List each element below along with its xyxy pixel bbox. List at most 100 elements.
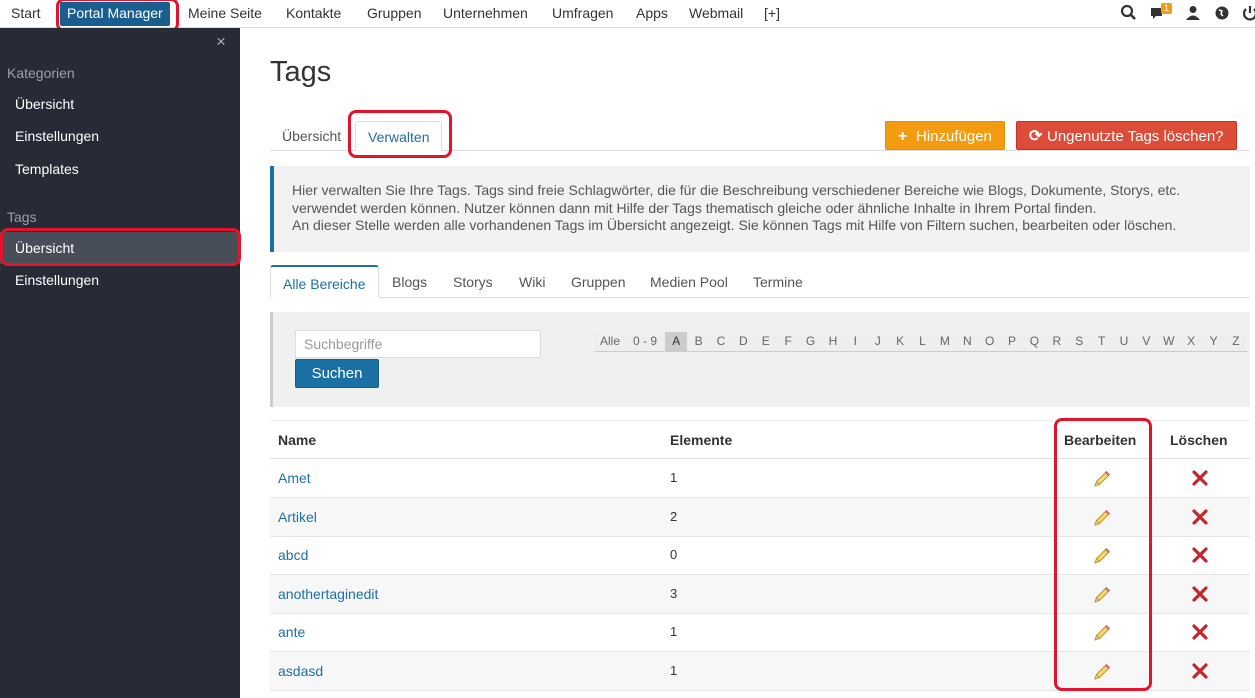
- info-line-1: Hier verwalten Sie Ihre Tags. Tags sind …: [292, 182, 1181, 198]
- pencil-icon[interactable]: [1092, 585, 1112, 605]
- globe-icon[interactable]: [1213, 4, 1231, 22]
- alphabet-filter: Alle 0 - 9ABCDEFGHIJKLMNOPQRSTUVWXYZ: [595, 332, 1248, 352]
- sidebar: × Kategorien Übersicht Einstellungen Tem…: [0, 28, 240, 698]
- letter-filter-d[interactable]: D: [732, 332, 755, 351]
- delete-icon[interactable]: [1191, 662, 1209, 680]
- tab-uebersicht[interactable]: Übersicht: [282, 121, 341, 151]
- letter-filter-g[interactable]: G: [799, 332, 822, 351]
- letter-filter-k[interactable]: K: [888, 332, 912, 351]
- delete-icon[interactable]: [1191, 546, 1209, 564]
- pencil-icon[interactable]: [1092, 469, 1112, 489]
- nav-meine-seite[interactable]: Meine Seite: [188, 0, 262, 28]
- delete-unused-tags-label: Ungenutzte Tags löschen?: [1047, 128, 1224, 145]
- add-button[interactable]: + Hinzufügen: [885, 121, 1005, 150]
- area-tabs: Alle Bereiche Blogs Storys Wiki Gruppen …: [270, 265, 1250, 298]
- tab-gruppen[interactable]: Gruppen: [571, 265, 625, 298]
- letter-filter-j[interactable]: J: [866, 332, 889, 351]
- tag-element-count: 3: [670, 585, 678, 601]
- nav-add[interactable]: [+]: [764, 0, 780, 28]
- letter-filter-q[interactable]: Q: [1023, 332, 1046, 351]
- tag-name-link[interactable]: ante: [278, 613, 305, 651]
- tag-name-link[interactable]: anothertaginedit: [278, 575, 378, 613]
- sidebar-item-templates[interactable]: Templates: [0, 153, 240, 185]
- user-icon[interactable]: [1184, 4, 1202, 22]
- table-row: anothertaginedit 3: [270, 574, 1250, 614]
- add-button-label: Hinzufügen: [916, 128, 992, 145]
- letter-filter-0-9[interactable]: 0 - 9: [625, 332, 665, 351]
- table-row: Artikel 2: [270, 497, 1250, 537]
- letter-filter-h[interactable]: H: [821, 332, 845, 351]
- tag-name-link[interactable]: abcd: [278, 536, 308, 574]
- letter-filter-a[interactable]: A: [665, 332, 688, 351]
- letter-filter-o[interactable]: O: [978, 332, 1001, 351]
- delete-icon[interactable]: [1191, 508, 1209, 526]
- tag-name-link[interactable]: asdasd: [278, 652, 323, 690]
- refresh-icon: ⟳: [1029, 128, 1043, 145]
- header-name[interactable]: Name: [278, 421, 316, 459]
- letter-filter-t[interactable]: T: [1090, 332, 1113, 351]
- nav-unternehmen[interactable]: Unternehmen: [443, 0, 528, 28]
- tag-element-count: 2: [670, 508, 678, 524]
- letter-filter-f[interactable]: F: [776, 332, 800, 351]
- nav-webmail[interactable]: Webmail: [689, 0, 743, 28]
- power-icon[interactable]: [1241, 4, 1255, 22]
- info-line-2: verwendet werden können. Nutzer können d…: [292, 199, 1097, 216]
- tab-wiki[interactable]: Wiki: [519, 265, 545, 298]
- pencil-icon[interactable]: [1092, 662, 1112, 682]
- page-title: Tags: [270, 56, 332, 88]
- nav-start[interactable]: Start: [11, 0, 41, 28]
- letter-filter-u[interactable]: U: [1112, 332, 1136, 351]
- letter-filter-e[interactable]: E: [754, 332, 777, 351]
- nav-gruppen[interactable]: Gruppen: [367, 0, 421, 28]
- search-icon[interactable]: [1120, 4, 1138, 22]
- letter-filter-i[interactable]: I: [844, 332, 867, 351]
- header-elemente[interactable]: Elemente: [670, 421, 732, 459]
- nav-apps[interactable]: Apps: [636, 0, 668, 28]
- sidebar-item-kategorien-uebersicht[interactable]: Übersicht: [0, 88, 240, 120]
- tag-element-count: 1: [670, 624, 678, 640]
- table-row: asdasd 1: [270, 652, 1250, 691]
- sidebar-item-tags-einstellungen[interactable]: Einstellungen: [0, 264, 240, 296]
- close-icon[interactable]: ×: [216, 32, 226, 52]
- letter-filter-y[interactable]: Y: [1202, 332, 1225, 351]
- letter-filter-z[interactable]: Z: [1224, 332, 1248, 351]
- letter-filter-l[interactable]: L: [911, 332, 934, 351]
- delete-icon[interactable]: [1191, 469, 1209, 487]
- letter-filter-x[interactable]: X: [1179, 332, 1203, 351]
- tab-termine[interactable]: Termine: [753, 265, 803, 298]
- tag-name-link[interactable]: Amet: [278, 459, 311, 497]
- letter-filter-m[interactable]: M: [933, 332, 957, 351]
- nav-kontakte[interactable]: Kontakte: [286, 0, 341, 28]
- tab-verwalten[interactable]: Verwalten: [355, 121, 443, 151]
- info-box: Hier verwalten Sie Ihre Tags. Tags sind …: [270, 166, 1250, 252]
- letter-filter-n[interactable]: N: [956, 332, 979, 351]
- sidebar-section-tags: Tags: [7, 209, 37, 225]
- search-button[interactable]: Suchen: [295, 359, 379, 388]
- nav-umfragen[interactable]: Umfragen: [552, 0, 613, 28]
- nav-portal-manager[interactable]: Portal Manager: [60, 2, 170, 26]
- sidebar-item-tags-uebersicht[interactable]: Übersicht: [0, 232, 240, 264]
- pencil-icon[interactable]: [1092, 546, 1112, 566]
- letter-filter-v[interactable]: V: [1135, 332, 1158, 351]
- table-header: Name Elemente Bearbeiten Löschen: [270, 420, 1250, 459]
- pencil-icon[interactable]: [1092, 623, 1112, 643]
- delete-icon[interactable]: [1191, 623, 1209, 641]
- letter-filter-p[interactable]: P: [1000, 332, 1024, 351]
- tab-storys[interactable]: Storys: [453, 265, 493, 298]
- search-input[interactable]: [295, 330, 541, 358]
- delete-icon[interactable]: [1191, 585, 1209, 603]
- tab-alle-bereiche[interactable]: Alle Bereiche: [270, 265, 379, 298]
- delete-unused-tags-button[interactable]: ⟳ Ungenutzte Tags löschen?: [1016, 121, 1237, 150]
- letter-filter-c[interactable]: C: [709, 332, 733, 351]
- pencil-icon[interactable]: [1092, 508, 1112, 528]
- letter-filter-b[interactable]: B: [687, 332, 710, 351]
- sidebar-item-kategorien-einstellungen[interactable]: Einstellungen: [0, 120, 240, 152]
- tab-blogs[interactable]: Blogs: [392, 265, 427, 298]
- tag-name-link[interactable]: Artikel: [278, 498, 317, 536]
- letter-filter-w[interactable]: W: [1157, 332, 1180, 351]
- letter-filter-s[interactable]: S: [1068, 332, 1091, 351]
- tag-element-count: 1: [670, 470, 678, 485]
- letter-filter-alle[interactable]: Alle: [595, 332, 625, 351]
- tab-medien-pool[interactable]: Medien Pool: [650, 265, 728, 298]
- letter-filter-r[interactable]: R: [1045, 332, 1069, 351]
